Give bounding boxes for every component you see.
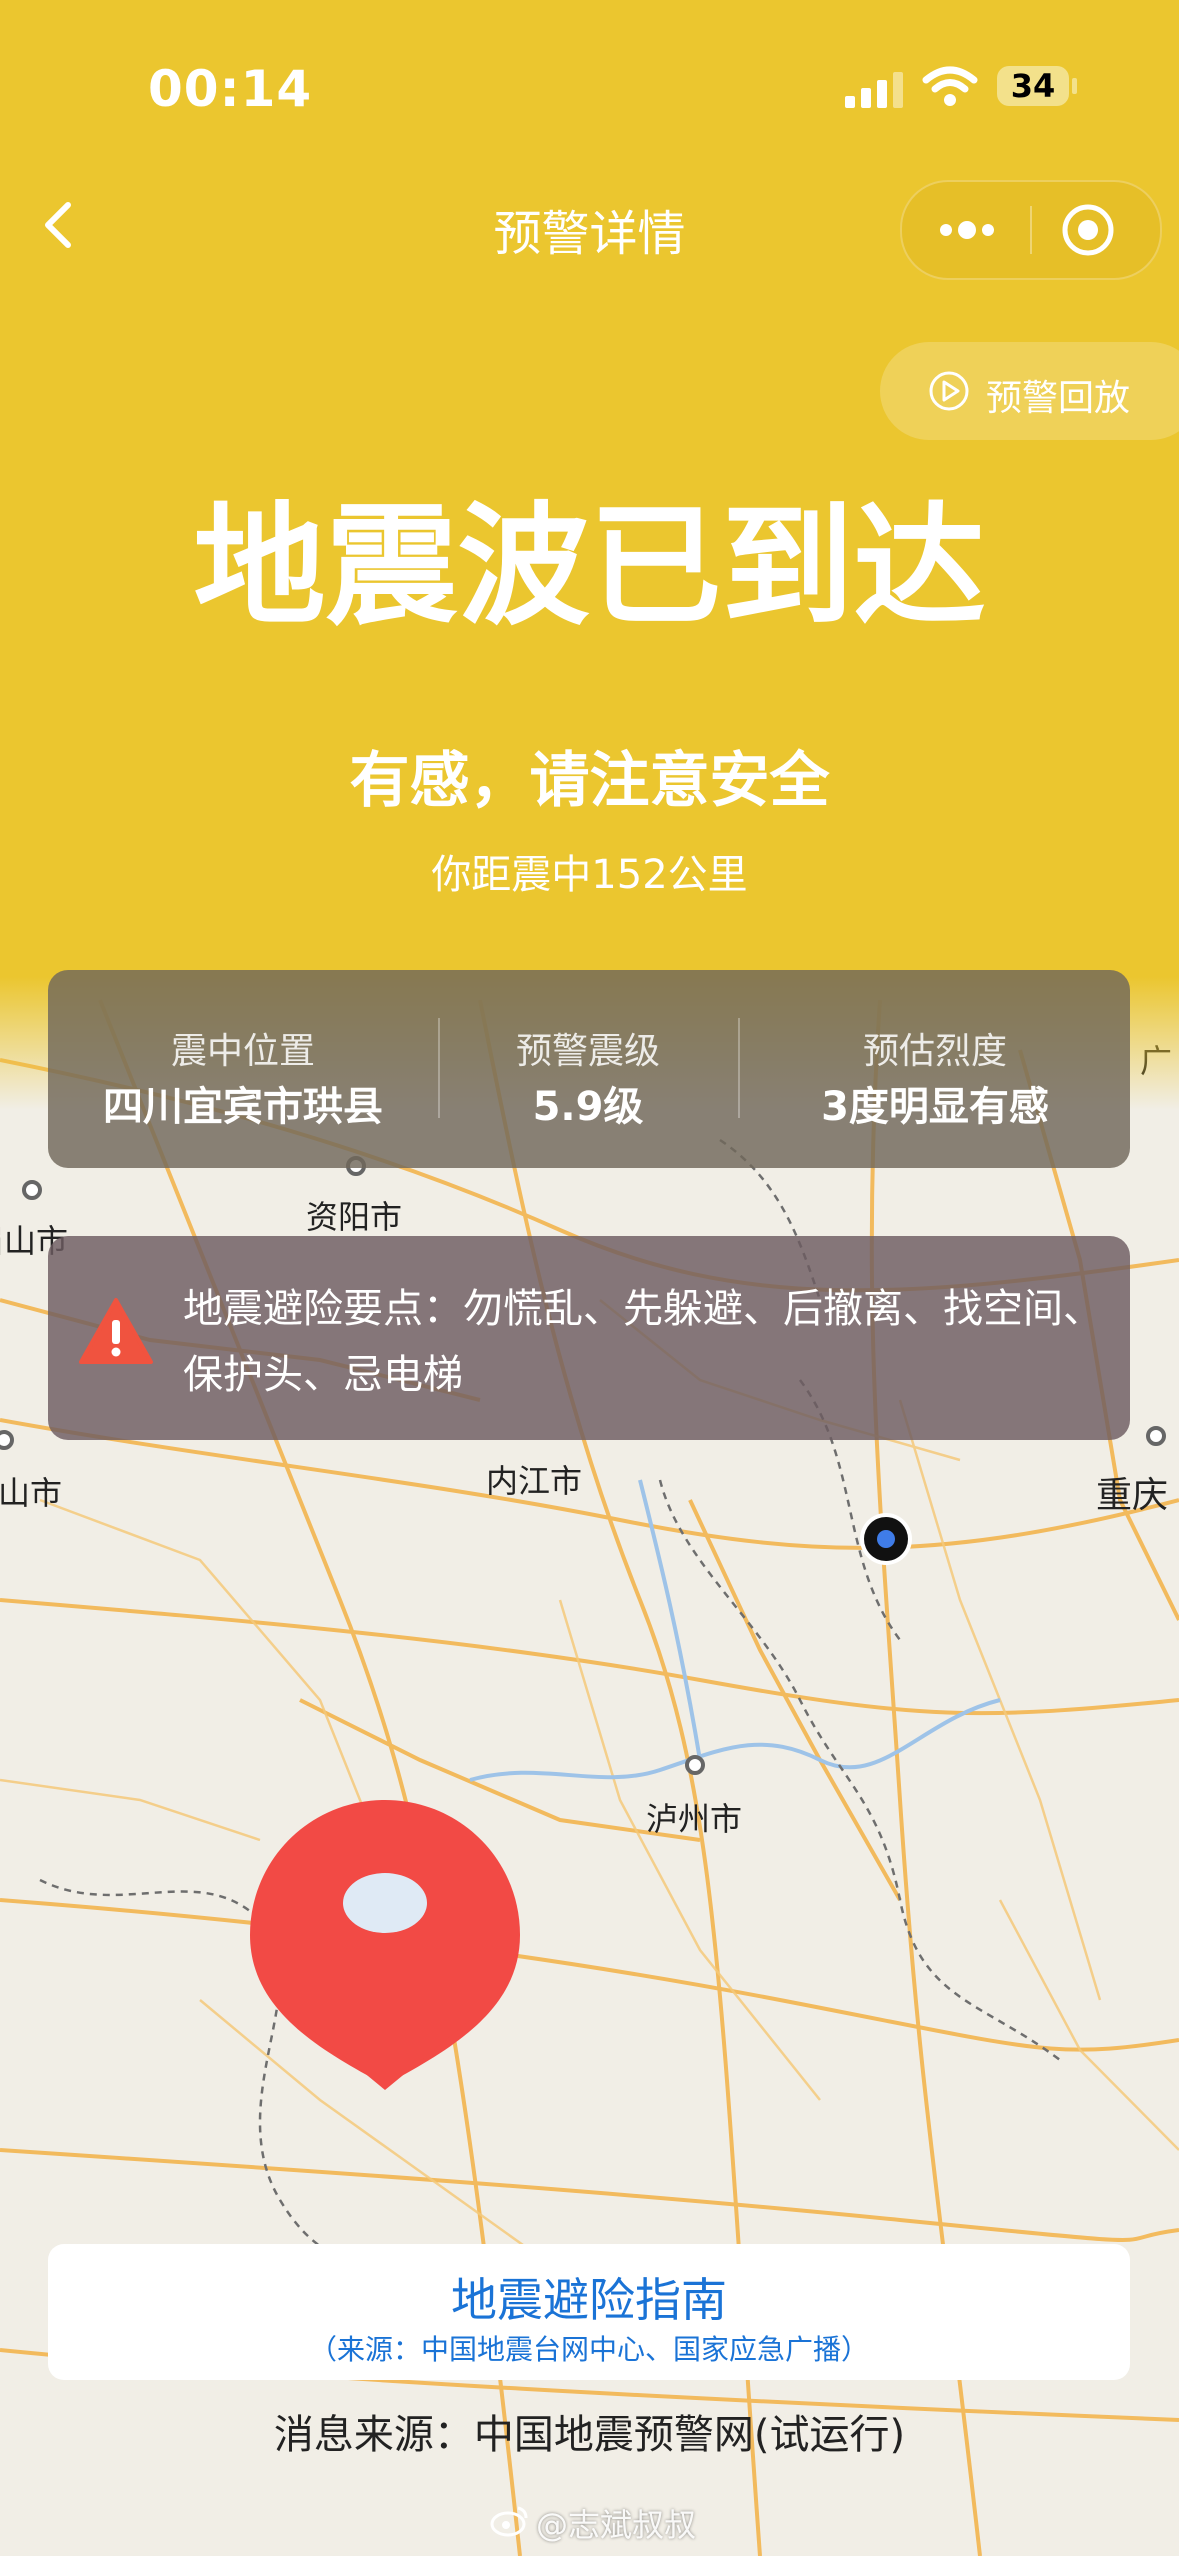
replay-button[interactable]: 预警回放 [880,342,1179,440]
guide-source: （来源：中国地震台网中心、国家应急广播） [308,2333,869,2366]
quake-info-card: 震中位置 四川宜宾市珙县 预警震级 5.9级 预估烈度 3度明显有感 [48,970,1130,1168]
capsule-divider [1030,206,1032,254]
replay-label: 预警回放 [986,378,1131,419]
status-time: 00:14 [148,60,313,118]
watermark-text: @志斌叔叔 [536,2506,697,2544]
miniprogram-capsule [900,180,1162,280]
magnitude-column: 预警震级 5.9级 [440,970,736,1168]
alert-subheadline: 有感，请注意安全 [349,746,830,816]
more-icon[interactable] [932,210,1002,250]
intensity-label: 预估烈度 [862,1031,1007,1072]
evacuation-guide-button[interactable]: 地震避险指南 （来源：中国地震台网中心、国家应急广播） [48,2244,1130,2380]
map-label-ziyang: 资阳市 [306,1198,403,1236]
map-label-neijiang: 内江市 [486,1462,583,1500]
warning-icon [79,1298,153,1364]
guide-title: 地震避险指南 [451,2273,727,2327]
map-label-shan: 山市 [0,1474,63,1512]
epicenter-value: 四川宜宾市珙县 [103,1084,383,1130]
map-label-luzhou: 泸州市 [646,1800,743,1838]
message-source: 消息来源：中国地震预警网(试运行) [273,2412,906,2458]
alert-headline: 地震波已到达 [193,490,986,644]
distance-text: 你距震中152公里 [431,852,748,898]
battery-indicator: 34 [997,66,1069,106]
epicenter-column: 震中位置 四川宜宾市珙县 [48,970,438,1168]
wifi-icon [922,66,978,106]
play-icon [929,371,969,411]
safety-tips-card: 地震避险要点：勿慌乱、先躲避、后撤离、找空间、保护头、忌电梯 [48,1236,1130,1440]
magnitude-value: 5.9级 [532,1084,644,1130]
epicenter-label: 震中位置 [170,1031,315,1072]
safety-tips-text: 地震避险要点：勿慌乱、先躲避、后撤离、找空间、保护头、忌电梯 [183,1286,1103,1398]
weibo-logo-icon [490,2506,528,2537]
map-label-chongqing: 重庆 [1096,1475,1169,1516]
cellular-signal-icon [845,72,903,108]
close-miniprogram-icon[interactable] [1060,202,1116,258]
intensity-column: 预估烈度 3度明显有感 [740,970,1130,1168]
status-bar: 00:14 34 [0,60,1179,120]
magnitude-label: 预警震级 [515,1031,660,1072]
battery-tip [1072,78,1077,94]
intensity-value: 3度明显有感 [821,1084,1049,1130]
